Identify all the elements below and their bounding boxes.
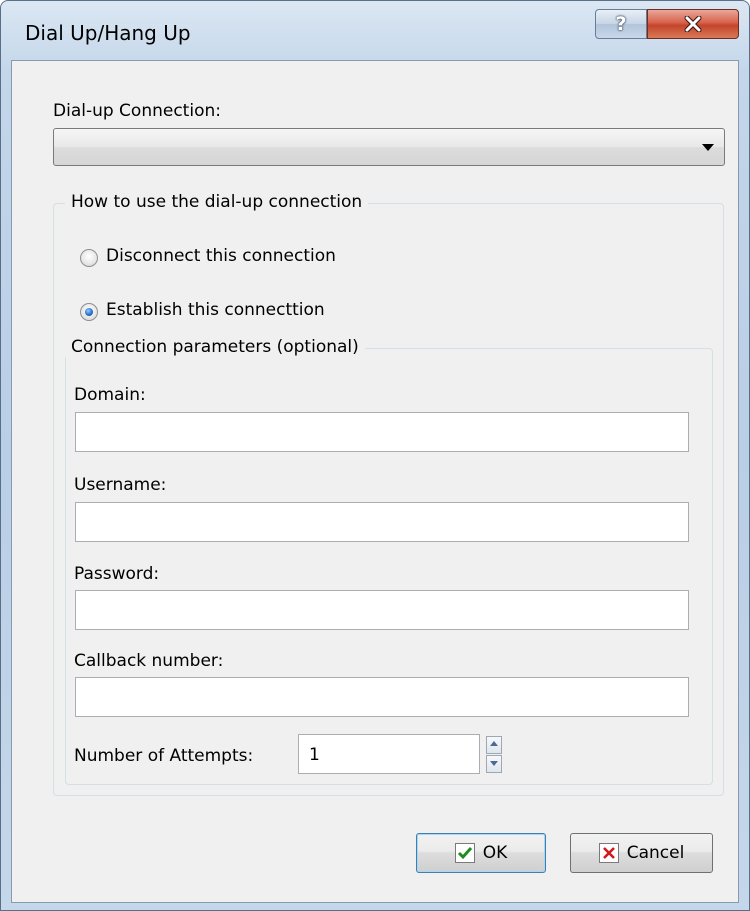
establish-radio-label[interactable]: Establish this connecttion <box>106 300 325 320</box>
close-icon <box>684 16 702 32</box>
ok-button-label: OK <box>482 843 508 863</box>
disconnect-radio-label[interactable]: Disconnect this connection <box>106 246 336 266</box>
username-input[interactable] <box>75 502 689 542</box>
attempts-increment-button[interactable] <box>486 736 502 754</box>
spin-down-icon <box>490 761 498 766</box>
establish-radio[interactable] <box>80 303 98 321</box>
x-icon <box>598 843 619 863</box>
domain-label: Domain: <box>74 385 146 405</box>
usage-group-legend: How to use the dial-up connection <box>65 192 369 212</box>
close-button[interactable] <box>647 9 739 39</box>
cancel-button[interactable]: Cancel <box>570 833 713 873</box>
dialup-connection-select[interactable] <box>53 128 725 166</box>
help-button[interactable]: ? <box>595 9 647 39</box>
checkmark-icon <box>454 843 475 863</box>
password-input[interactable] <box>75 590 689 630</box>
callback-number-label: Callback number: <box>74 651 224 671</box>
attempts-value: 1 <box>309 745 320 765</box>
chevron-down-icon <box>702 144 714 151</box>
attempts-label: Number of Attempts: <box>74 746 254 766</box>
dialup-connection-label: Dial-up Connection: <box>53 101 221 121</box>
disconnect-radio[interactable] <box>80 249 98 267</box>
help-icon: ? <box>615 13 627 35</box>
window-title: Dial Up/Hang Up <box>25 21 191 45</box>
dialog-client-area: Dial-up Connection: How to use the dial-… <box>11 60 739 903</box>
spin-up-icon <box>490 741 498 746</box>
attempts-input[interactable]: 1 <box>298 734 480 774</box>
dialog-window: Dial Up/Hang Up ? Dial-up Connection: Ho… <box>0 0 750 911</box>
attempts-decrement-button[interactable] <box>486 755 502 773</box>
callback-number-input[interactable] <box>75 677 689 717</box>
params-group-legend: Connection parameters (optional) <box>65 337 365 357</box>
username-label: Username: <box>74 475 167 495</box>
ok-button[interactable]: OK <box>416 833 546 873</box>
cancel-button-label: Cancel <box>626 843 685 863</box>
radio-selected-dot <box>85 308 93 316</box>
password-label: Password: <box>74 564 160 584</box>
domain-input[interactable] <box>75 412 689 452</box>
